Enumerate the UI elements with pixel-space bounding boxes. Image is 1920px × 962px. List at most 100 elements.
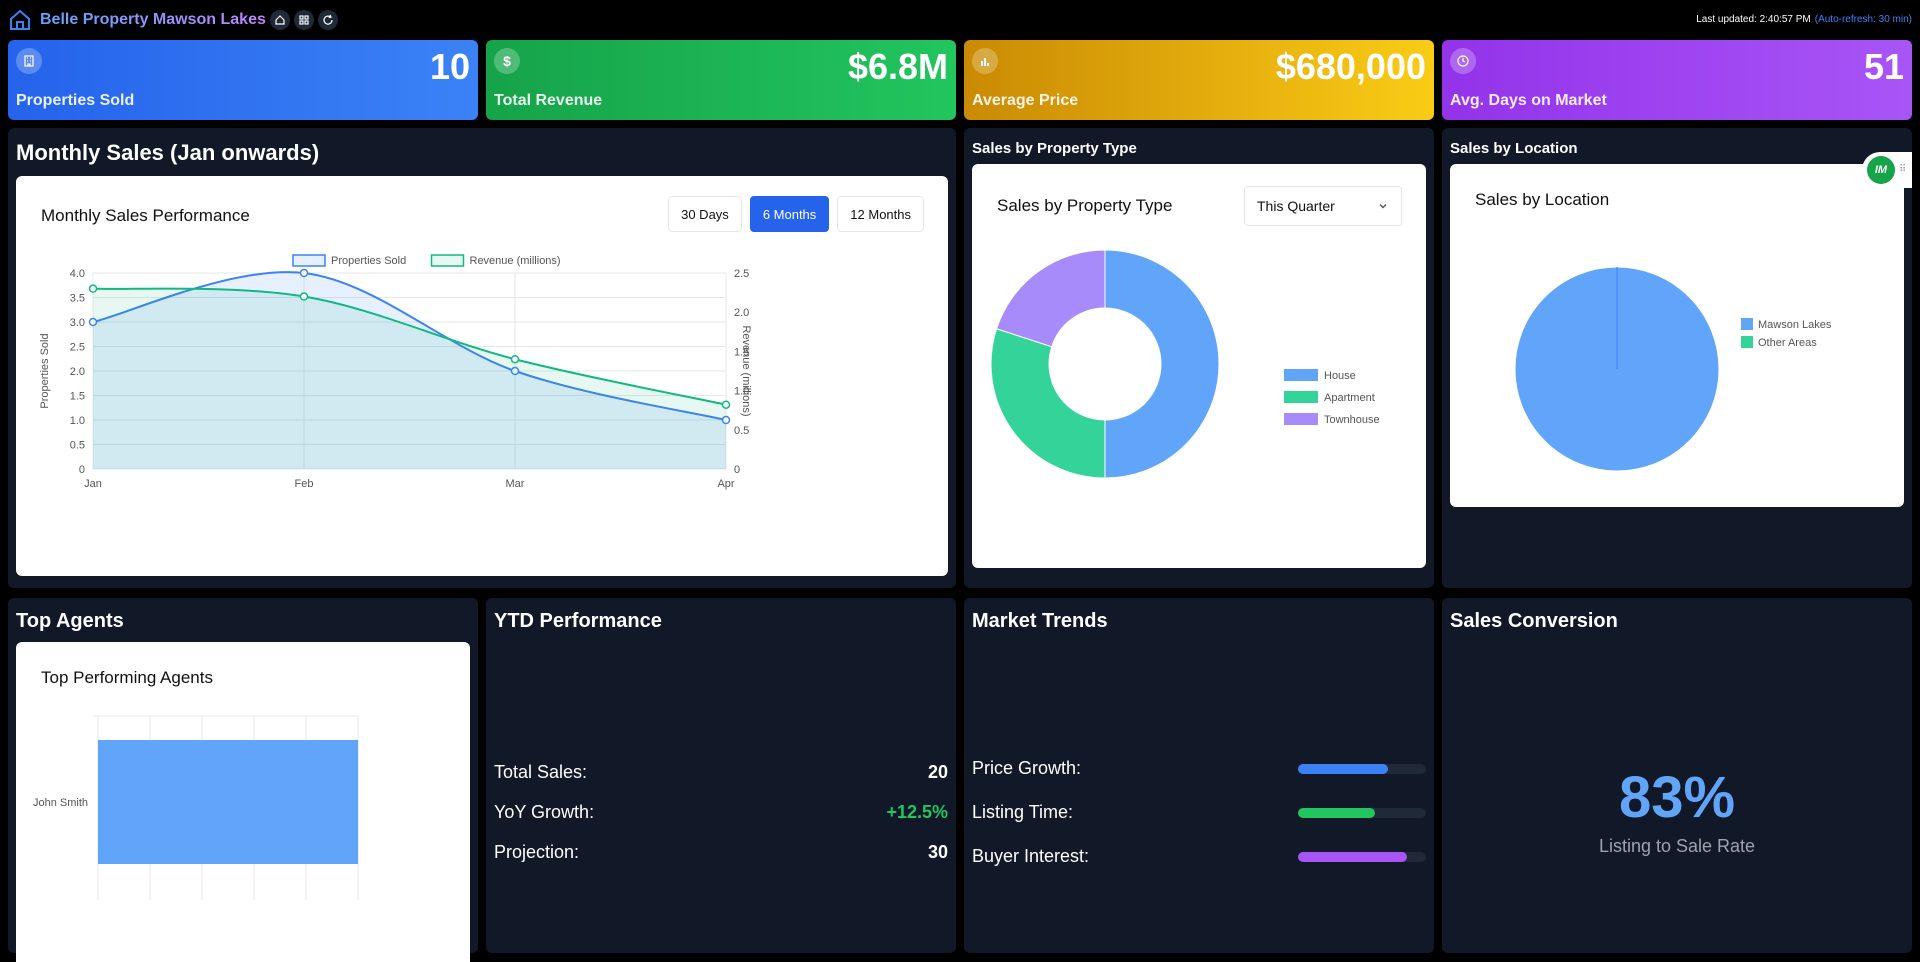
legend-swatch	[1284, 391, 1318, 403]
refresh-button[interactable]	[317, 10, 338, 30]
sales-conversion-panel: Sales Conversion 83% Listing to Sale Rat…	[1442, 598, 1912, 953]
panel-title: Top Agents	[16, 610, 124, 632]
monthly-sales-chart: 00.51.01.52.02.53.03.54.000.51.01.52.02.…	[39, 254, 752, 490]
bar-chart-icon	[972, 48, 998, 74]
legend-swatch	[1284, 413, 1318, 425]
y2-tick-label: 2.0	[734, 307, 749, 319]
kpi-value: $6.8M	[847, 46, 948, 87]
data-point	[510, 354, 520, 364]
stat-value: +12.5%	[886, 802, 948, 822]
ytd-yoy-growth-row: YoY Growth: +12.5%	[494, 802, 948, 823]
property-type-panel: Sales by Property Type Sales by Property…	[964, 128, 1434, 588]
y2-tick-label: 0.5	[734, 425, 749, 437]
legend-label: Properties Sold	[331, 255, 406, 267]
property-type-chart: House Apartment Townhouse	[990, 249, 1380, 479]
legend-swatch	[1741, 318, 1753, 330]
x-tick-label: Feb	[295, 478, 314, 490]
donut-slice	[990, 328, 1106, 479]
trend-track	[1298, 851, 1426, 862]
home-button[interactable]	[269, 10, 290, 30]
y-tick-label: 3.0	[70, 317, 85, 329]
data-point	[721, 400, 731, 409]
legend-label: Apartment	[1324, 392, 1375, 404]
panel-title: Sales by Location	[1450, 140, 1578, 157]
im-logo-icon: IM	[1867, 156, 1895, 184]
y-tick-label: 1.0	[70, 415, 85, 427]
x-tick-label: Jan	[84, 478, 102, 490]
top-agents-chart: John Smith	[33, 715, 359, 900]
legend-swatch	[292, 254, 326, 267]
last-updated-text: Last updated: 2:40:57 PM	[1696, 14, 1811, 25]
panel-title: Monthly Sales (Jan onwards)	[16, 140, 320, 165]
kpi-label: Avg. Days on Market	[1450, 92, 1607, 109]
data-point	[299, 268, 309, 278]
legend-label: Townhouse	[1324, 414, 1380, 426]
extension-badge[interactable]: IM ⠿	[1862, 152, 1912, 188]
drag-handle-icon[interactable]: ⠿	[1899, 165, 1906, 175]
grid-button[interactable]	[293, 10, 314, 30]
last-updated: Last updated: 2:40:57 PM (Auto-refresh: 3…	[1696, 14, 1912, 25]
location-card: Sales by Location Mawson Lakes Other Area…	[1450, 164, 1904, 507]
bar	[98, 740, 358, 864]
kpi-label: Total Revenue	[494, 92, 603, 109]
y-tick-label: 2.5	[70, 342, 85, 354]
ytd-projection-row: Projection: 30	[494, 842, 948, 863]
stat-value: 30	[927, 842, 948, 862]
market-trends-panel: Market Trends Price Growth: Listing Time…	[964, 598, 1434, 953]
legend-label: House	[1324, 370, 1356, 382]
y2-tick-label: 2.5	[734, 268, 749, 280]
property-type-card: Sales by Property Type This Quarter Hous…	[972, 164, 1426, 568]
y-tick-label: John Smith	[33, 797, 88, 809]
trend-fill	[1298, 807, 1375, 818]
grid-icon	[299, 15, 309, 25]
kpi-total-revenue: $ $6.8M Total Revenue	[486, 40, 956, 120]
x-tick-label: Mar	[506, 478, 525, 490]
trend-fill	[1298, 763, 1388, 774]
legend-label: Revenue (millions)	[470, 255, 561, 267]
y-tick-label: 1.5	[70, 391, 85, 403]
y-tick-label: 0.5	[70, 440, 85, 452]
legend-swatch	[1284, 369, 1318, 381]
kpi-properties-sold: 10 Properties Sold	[8, 40, 478, 120]
building-icon	[16, 48, 42, 74]
refresh-icon	[323, 14, 333, 25]
location-panel: Sales by Location Sales by Location Maws…	[1442, 128, 1912, 588]
kpi-value: $680,000	[1275, 46, 1426, 87]
panel-title: Sales by Property Type	[972, 140, 1137, 157]
auto-refresh-text: (Auto-refresh: 30 min)	[1814, 14, 1912, 25]
conversion-value: 83%	[1618, 765, 1736, 830]
kpi-value: 51	[1863, 46, 1904, 87]
donut-slice	[995, 249, 1106, 348]
panel-title: Sales Conversion	[1450, 610, 1618, 632]
location-chart: Mawson Lakes Other Areas	[1514, 266, 1832, 472]
legend-label: Other Areas	[1758, 337, 1817, 349]
app-header: Belle Property Mawson Lakes Last updated…	[0, 0, 1920, 40]
trend-track	[1298, 763, 1426, 774]
dollar-icon: $	[494, 48, 520, 74]
clock-icon	[1450, 48, 1476, 74]
trend-label: Price Growth:	[972, 758, 1082, 778]
x-tick-label: Apr	[717, 478, 734, 490]
stat-value: 20	[927, 762, 948, 782]
trend-buyer-interest: Buyer Interest:	[972, 846, 1426, 867]
home-logo-icon	[10, 9, 30, 30]
y-tick-label: 3.5	[70, 293, 85, 305]
conversion-label: Listing to Sale Rate	[1598, 836, 1756, 856]
trend-label: Buyer Interest:	[972, 846, 1090, 866]
panel-title: Market Trends	[972, 610, 1108, 632]
kpi-label: Average Price	[972, 92, 1079, 109]
trend-fill	[1298, 851, 1407, 862]
kpi-label: Properties Sold	[16, 92, 135, 109]
y-axis-label: Properties Sold	[39, 333, 51, 408]
legend-label: Mawson Lakes	[1758, 319, 1832, 331]
app-title: Belle Property Mawson Lakes	[40, 11, 266, 28]
kpi-avg-days: 51 Avg. Days on Market	[1442, 40, 1912, 120]
donut-slice	[1104, 249, 1220, 479]
data-point	[88, 284, 98, 293]
top-agents-card: Top Performing Agents John Smith	[16, 642, 470, 962]
y2-axis-label: Revenue (millions)	[740, 325, 752, 416]
ytd-total-sales-row: Total Sales: 20	[494, 762, 948, 783]
kpi-value: 10	[429, 46, 470, 87]
home-icon	[275, 15, 285, 25]
stat-label: Total Sales:	[494, 762, 588, 782]
